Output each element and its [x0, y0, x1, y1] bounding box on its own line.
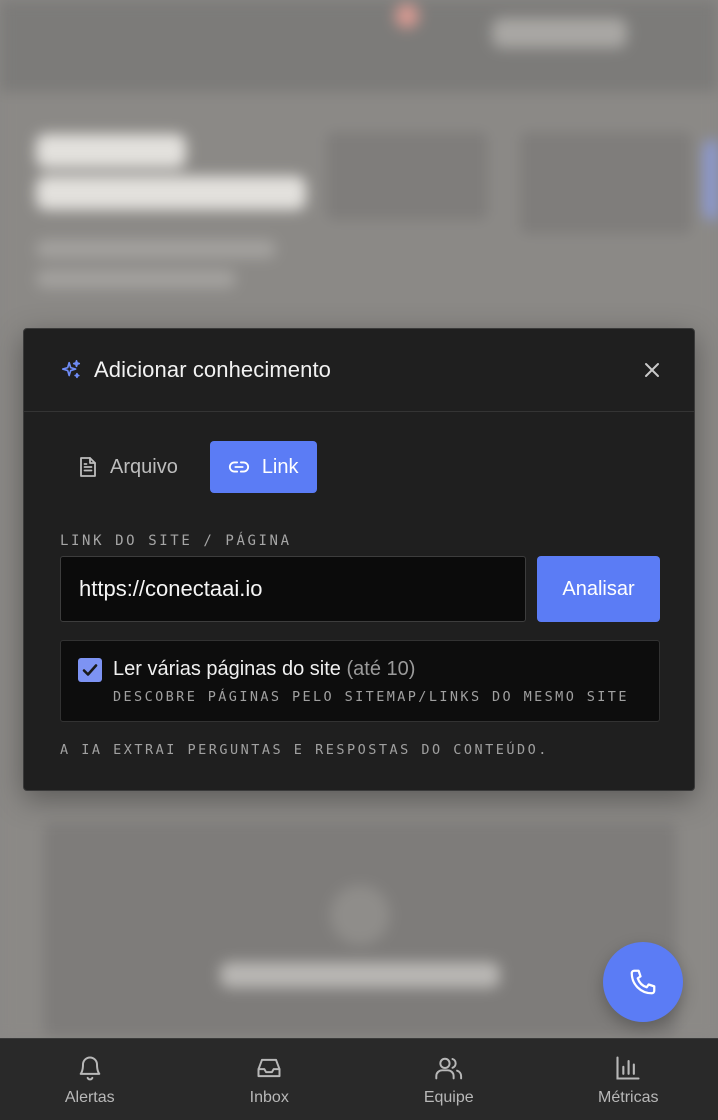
nav-item-inbox[interactable]: Inbox	[180, 1039, 360, 1120]
ai-extraction-note: A IA EXTRAI PERGUNTAS E RESPOSTAS DO CON…	[60, 742, 549, 758]
nav-item-metricas[interactable]: Métricas	[539, 1039, 718, 1120]
tab-label: Arquivo	[110, 455, 178, 478]
multi-page-option: Ler várias páginas do site (até 10) DESC…	[60, 640, 660, 722]
users-icon	[434, 1053, 464, 1083]
sparkles-icon	[60, 359, 82, 381]
source-tabs: Arquivo Link	[60, 441, 317, 493]
nav-item-equipe[interactable]: Equipe	[359, 1039, 539, 1120]
bottom-navigation: Alertas Inbox Equipe Métricas	[0, 1038, 718, 1120]
background-subtitle	[36, 270, 236, 288]
link-icon	[228, 459, 250, 475]
nav-label: Inbox	[249, 1088, 289, 1106]
modal-header: Adicionar conhecimento	[24, 329, 694, 412]
url-field-label: LINK DO SITE / PÁGINA	[60, 533, 292, 549]
tab-arquivo[interactable]: Arquivo	[60, 441, 196, 493]
background-title	[36, 134, 186, 168]
nav-label: Alertas	[64, 1088, 115, 1106]
multi-page-label-text: Ler várias páginas do site	[113, 658, 341, 680]
multi-page-checkbox[interactable]	[78, 658, 102, 682]
multi-page-limit-hint: (até 10)	[346, 658, 416, 680]
background-card	[704, 140, 718, 220]
inbox-icon	[254, 1053, 284, 1083]
bar-chart-icon	[613, 1053, 643, 1083]
close-button[interactable]	[634, 352, 670, 388]
phone-icon	[630, 969, 656, 995]
nav-item-alertas[interactable]: Alertas	[0, 1039, 180, 1120]
background-card	[516, 128, 696, 238]
background-subtitle	[36, 240, 276, 258]
background-pill	[492, 18, 627, 48]
background-empty-text	[220, 962, 500, 988]
modal-title: Adicionar conhecimento	[94, 357, 332, 382]
nav-label: Métricas	[598, 1088, 659, 1106]
analyze-button[interactable]: Analisar	[537, 556, 660, 622]
url-input[interactable]	[60, 556, 526, 622]
close-icon	[645, 363, 659, 377]
nav-label: Equipe	[423, 1088, 474, 1106]
tab-link[interactable]: Link	[209, 441, 317, 493]
add-knowledge-modal: Adicionar conhecimento Arquivo Link LINK…	[23, 328, 695, 791]
call-fab-button[interactable]	[603, 942, 683, 1022]
background-empty-icon	[330, 885, 390, 945]
background-title	[36, 176, 306, 210]
background-avatar	[395, 4, 419, 28]
check-icon	[82, 664, 98, 676]
file-text-icon	[78, 456, 98, 478]
bell-icon	[75, 1053, 105, 1083]
multi-page-description: DESCOBRE PÁGINAS PELO SITEMAP/LINKS DO M…	[113, 689, 629, 705]
tab-label: Link	[261, 455, 299, 478]
multi-page-label: Ler várias páginas do site (até 10)	[113, 658, 415, 681]
background-card	[322, 128, 492, 224]
